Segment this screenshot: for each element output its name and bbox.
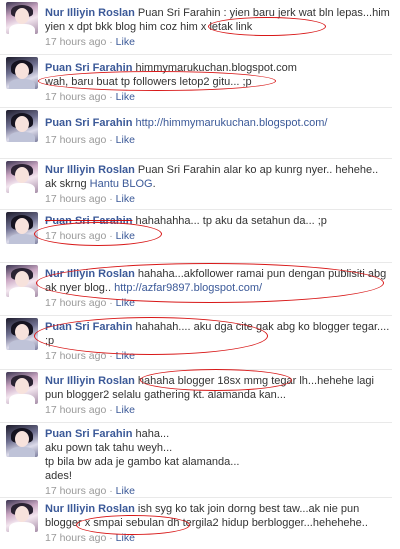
comment-meta: 17 hours ago · Like bbox=[45, 229, 390, 243]
comment-item: Puan Sri Farahin hahahah.... aku dga cit… bbox=[0, 316, 392, 370]
avatar[interactable] bbox=[6, 57, 38, 89]
avatar[interactable] bbox=[6, 372, 38, 404]
comment-author[interactable]: Puan Sri Farahin bbox=[45, 215, 132, 227]
separator-dot: · bbox=[109, 350, 113, 362]
comment-author[interactable]: Puan Sri Farahin bbox=[45, 321, 132, 333]
timestamp: 17 hours ago bbox=[45, 134, 107, 146]
avatar[interactable] bbox=[6, 2, 38, 34]
timestamp: 17 hours ago bbox=[45, 91, 107, 103]
comment-text-line: tp bila bw ada je gambo kat alamanda... bbox=[45, 456, 240, 468]
comment-meta: 17 hours ago · Like bbox=[45, 531, 390, 545]
comment-meta: 17 hours ago · Like bbox=[45, 403, 390, 417]
timestamp: 17 hours ago bbox=[45, 193, 107, 205]
comment-link[interactable]: http://azfar9897.blogspot.com/ bbox=[114, 282, 262, 294]
separator-dot: · bbox=[109, 230, 113, 242]
like-link[interactable]: Like bbox=[116, 297, 135, 309]
avatar[interactable] bbox=[6, 212, 38, 244]
comment-meta: 17 hours ago · Like bbox=[45, 133, 390, 147]
like-link[interactable]: Like bbox=[116, 404, 135, 416]
separator-dot: · bbox=[109, 485, 113, 497]
comment-item: Nur Illiyin Roslan hahaha blogger 18sx m… bbox=[0, 369, 392, 423]
comment-item: Nur Illiyin Roslan Puan Sri Farahin alar… bbox=[0, 159, 392, 210]
separator-dot: · bbox=[109, 91, 113, 103]
separator-dot: · bbox=[109, 193, 113, 205]
like-link[interactable]: Like bbox=[116, 36, 135, 48]
comment-item: Puan Sri Farahin himmymarukuchan.blogspo… bbox=[0, 55, 392, 108]
avatar[interactable] bbox=[6, 318, 38, 350]
comment-meta: 17 hours ago · Like bbox=[45, 349, 390, 363]
comment-item: Nur Illiyin Roslan ish syg ko tak join d… bbox=[0, 498, 392, 549]
comment-meta: 17 hours ago · Like bbox=[45, 484, 390, 498]
timestamp: 17 hours ago bbox=[45, 297, 107, 309]
comment-link[interactable]: Hantu BLOG bbox=[90, 178, 153, 190]
comment-author[interactable]: Nur Illiyin Roslan bbox=[45, 503, 135, 515]
comment-link[interactable]: himmymarukuchan.blogspot.com bbox=[135, 62, 296, 74]
timestamp: 17 hours ago bbox=[45, 485, 107, 497]
comment-item: Puan Sri Farahin hahahahha... tp aku da … bbox=[0, 210, 392, 263]
comment-meta: 17 hours ago · Like bbox=[45, 35, 390, 49]
timestamp: 17 hours ago bbox=[45, 404, 107, 416]
timestamp: 17 hours ago bbox=[45, 350, 107, 362]
comment-meta: 17 hours ago · Like bbox=[45, 296, 390, 310]
like-link[interactable]: Like bbox=[116, 193, 135, 205]
comment-author[interactable]: Nur Illiyin Roslan bbox=[45, 164, 135, 176]
comment-author[interactable]: Nur Illiyin Roslan bbox=[45, 375, 135, 387]
comment-item: Nur Illiyin Roslan hahaha...akfollower r… bbox=[0, 263, 392, 316]
comment-author[interactable]: Nur Illiyin Roslan bbox=[45, 7, 135, 19]
like-link[interactable]: Like bbox=[116, 134, 135, 146]
comment-author[interactable]: Nur Illiyin Roslan bbox=[45, 268, 135, 280]
like-link[interactable]: Like bbox=[116, 485, 135, 497]
comment-item: Nur Illiyin Roslan Puan Sri Farahin : yi… bbox=[0, 0, 392, 55]
comment-item: Puan Sri Farahin haha... aku pown tak ta… bbox=[0, 423, 392, 498]
comment-item: Puan Sri Farahin http://himmymarukuchan.… bbox=[0, 108, 392, 159]
like-link[interactable]: Like bbox=[116, 532, 135, 544]
avatar[interactable] bbox=[6, 110, 38, 142]
avatar[interactable] bbox=[6, 265, 38, 297]
comment-author[interactable]: Puan Sri Farahin bbox=[45, 62, 132, 74]
like-link[interactable]: Like bbox=[116, 230, 135, 242]
timestamp: 17 hours ago bbox=[45, 532, 107, 544]
separator-dot: · bbox=[109, 532, 113, 544]
separator-dot: · bbox=[109, 297, 113, 309]
avatar[interactable] bbox=[6, 500, 38, 532]
comment-author[interactable]: Puan Sri Farahin bbox=[45, 428, 132, 440]
avatar[interactable] bbox=[6, 425, 38, 457]
comment-text: hahahahha... tp aku da setahun da... ;p bbox=[135, 215, 327, 227]
separator-dot: · bbox=[109, 404, 113, 416]
comment-meta: 17 hours ago · Like bbox=[45, 90, 390, 104]
comment-text-line: ades! bbox=[45, 470, 72, 482]
comment-text: wah, baru buat tp followers letop2 gitu.… bbox=[45, 76, 252, 88]
comment-link[interactable]: http://himmymarukuchan.blogspot.com/ bbox=[135, 117, 327, 129]
like-link[interactable]: Like bbox=[116, 91, 135, 103]
comment-text-line: aku pown tak tahu weyh... bbox=[45, 442, 173, 454]
comment-text: . bbox=[152, 178, 156, 190]
comment-meta: 17 hours ago · Like bbox=[45, 192, 390, 206]
like-link[interactable]: Like bbox=[116, 350, 135, 362]
comment-text-line: haha... bbox=[135, 428, 170, 440]
separator-dot: · bbox=[109, 36, 113, 48]
separator-dot: · bbox=[109, 134, 113, 146]
timestamp: 17 hours ago bbox=[45, 36, 107, 48]
avatar[interactable] bbox=[6, 161, 38, 193]
timestamp: 17 hours ago bbox=[45, 230, 107, 242]
comment-author[interactable]: Puan Sri Farahin bbox=[45, 117, 132, 129]
